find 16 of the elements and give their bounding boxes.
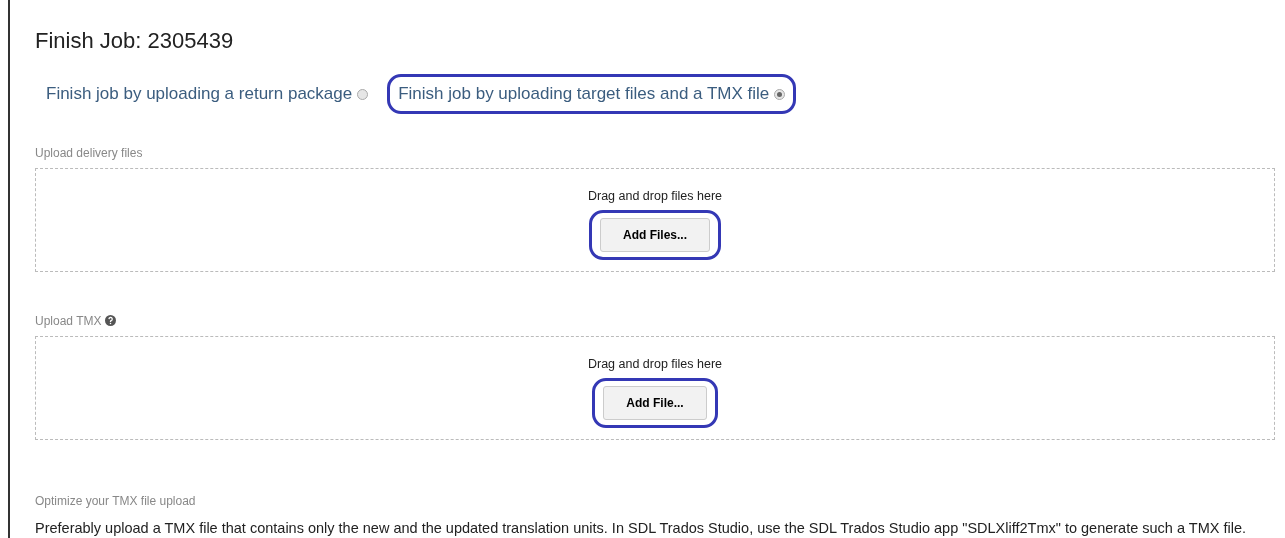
drop-zone[interactable]: Drag and drop files here Add File... <box>35 335 1275 440</box>
add-files-button[interactable]: Add Files... <box>600 217 710 252</box>
page-title: Finish Job: 2305439 <box>35 28 235 55</box>
add-files-button[interactable]: Add File... <box>603 385 707 420</box>
option-label[interactable]: Finish job by uploading a return package <box>46 81 353 107</box>
section-label: Upload TMX <box>35 312 102 330</box>
option-label[interactable]: Finish job by uploading target files and a TMX file <box>398 81 770 107</box>
section-label: Optimize your TMX file upload <box>35 492 196 510</box>
drop-hint: Drag and drop files here <box>587 187 723 205</box>
section-label: Upload delivery files <box>35 144 143 162</box>
help-icon[interactable] <box>105 315 117 327</box>
radio-button[interactable] <box>774 88 786 100</box>
drop-hint: Drag and drop files here <box>587 355 723 373</box>
radio-button[interactable] <box>357 88 369 100</box>
info-paragraph: Preferably upload a TMX file that contains only the new and the updated translation units. In SDL Trados Studio, use the SDL Trados Studio app "SDLXliff2Tmx" to generate such a TMX file. <box>35 518 1247 538</box>
drop-zone[interactable]: Drag and drop files here Add Files... <box>35 167 1275 272</box>
